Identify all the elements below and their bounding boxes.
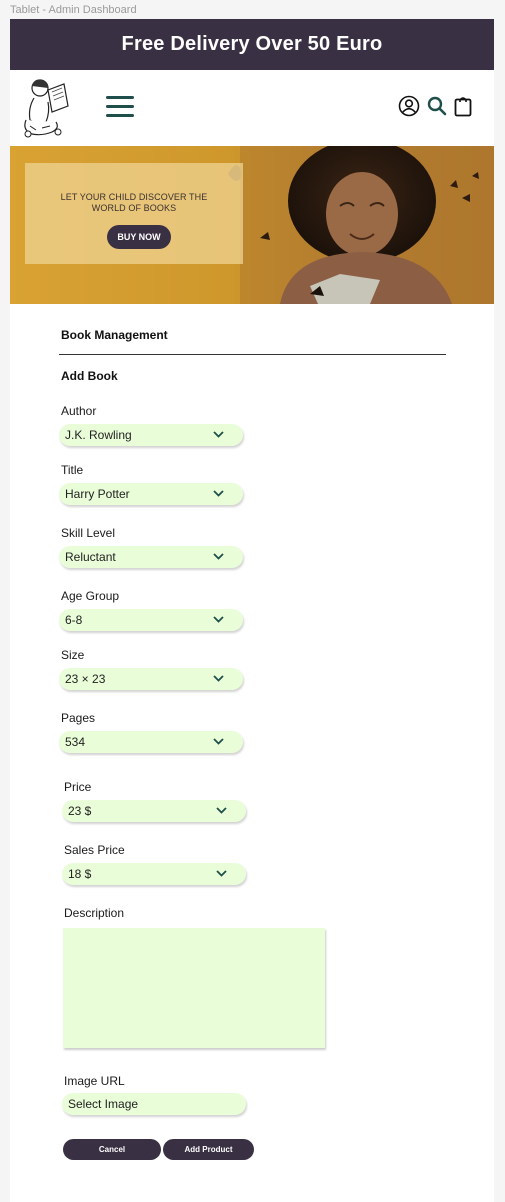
price-label: Price xyxy=(64,780,92,794)
chevron-down-icon xyxy=(213,431,224,438)
user-circle-icon[interactable] xyxy=(398,95,420,117)
description-label: Description xyxy=(64,906,125,920)
sales-price-select[interactable]: 18 $ xyxy=(62,863,246,885)
chevron-down-icon xyxy=(213,616,224,623)
age-group-value: 6-8 xyxy=(65,613,83,627)
author-label: Author xyxy=(61,404,97,418)
age-group-label: Age Group xyxy=(61,589,120,603)
title-select[interactable]: Harry Potter xyxy=(59,483,243,505)
image-url-select[interactable]: Select Image xyxy=(62,1093,246,1115)
sales-price-label: Sales Price xyxy=(64,843,125,857)
hero-banner: LET YOUR CHILD DISCOVER THE WORLD OF BOO… xyxy=(10,146,494,304)
hero-headline: LET YOUR CHILD DISCOVER THE WORLD OF BOO… xyxy=(60,192,208,213)
add-product-button[interactable]: Add Product xyxy=(163,1139,254,1160)
chevron-down-icon xyxy=(216,807,227,814)
form-title: Add Book xyxy=(61,369,118,383)
section-divider xyxy=(59,354,446,355)
skill-level-select[interactable]: Reluctant xyxy=(59,546,243,568)
sales-price-value: 18 $ xyxy=(68,867,92,881)
admin-dashboard-page: Free Delivery Over 50 Euro LET YOUR CHIL… xyxy=(10,19,494,1202)
author-value: J.K. Rowling xyxy=(65,428,132,442)
buy-now-button[interactable]: BUY NOW xyxy=(107,225,171,249)
section-title: Book Management xyxy=(61,328,168,342)
pages-select[interactable]: 534 xyxy=(59,731,243,753)
author-select[interactable]: J.K. Rowling xyxy=(59,424,243,446)
size-label: Size xyxy=(61,648,85,662)
image-url-value: Select Image xyxy=(68,1097,139,1111)
site-header xyxy=(10,70,494,146)
free-delivery-banner: Free Delivery Over 50 Euro xyxy=(10,19,494,70)
chevron-down-icon xyxy=(213,738,224,745)
price-value: 23 $ xyxy=(68,804,92,818)
pages-label: Pages xyxy=(61,711,96,725)
search-icon[interactable] xyxy=(427,96,447,116)
cancel-button[interactable]: Cancel xyxy=(63,1139,161,1160)
title-value: Harry Potter xyxy=(65,487,130,501)
age-group-select[interactable]: 6-8 xyxy=(59,609,243,631)
description-textarea[interactable] xyxy=(63,928,325,1048)
skill-level-value: Reluctant xyxy=(65,550,116,564)
hero-promo-card: LET YOUR CHILD DISCOVER THE WORLD OF BOO… xyxy=(25,163,243,264)
chevron-down-icon xyxy=(213,553,224,560)
size-value: 23 × 23 xyxy=(65,672,106,686)
title-label: Title xyxy=(61,463,84,477)
skill-level-label: Skill Level xyxy=(61,526,116,540)
frame-label: Tablet - Admin Dashboard xyxy=(10,4,137,16)
hamburger-menu-icon[interactable] xyxy=(106,96,134,118)
chevron-down-icon xyxy=(213,490,224,497)
image-url-label: Image URL xyxy=(64,1074,125,1088)
child-reading-book-logo-icon[interactable] xyxy=(18,76,74,140)
chevron-down-icon xyxy=(216,870,227,877)
shopping-bag-icon[interactable] xyxy=(454,95,472,117)
price-select[interactable]: 23 $ xyxy=(62,800,246,822)
chevron-down-icon xyxy=(213,675,224,682)
pages-value: 534 xyxy=(65,735,86,749)
size-select[interactable]: 23 × 23 xyxy=(59,668,243,690)
